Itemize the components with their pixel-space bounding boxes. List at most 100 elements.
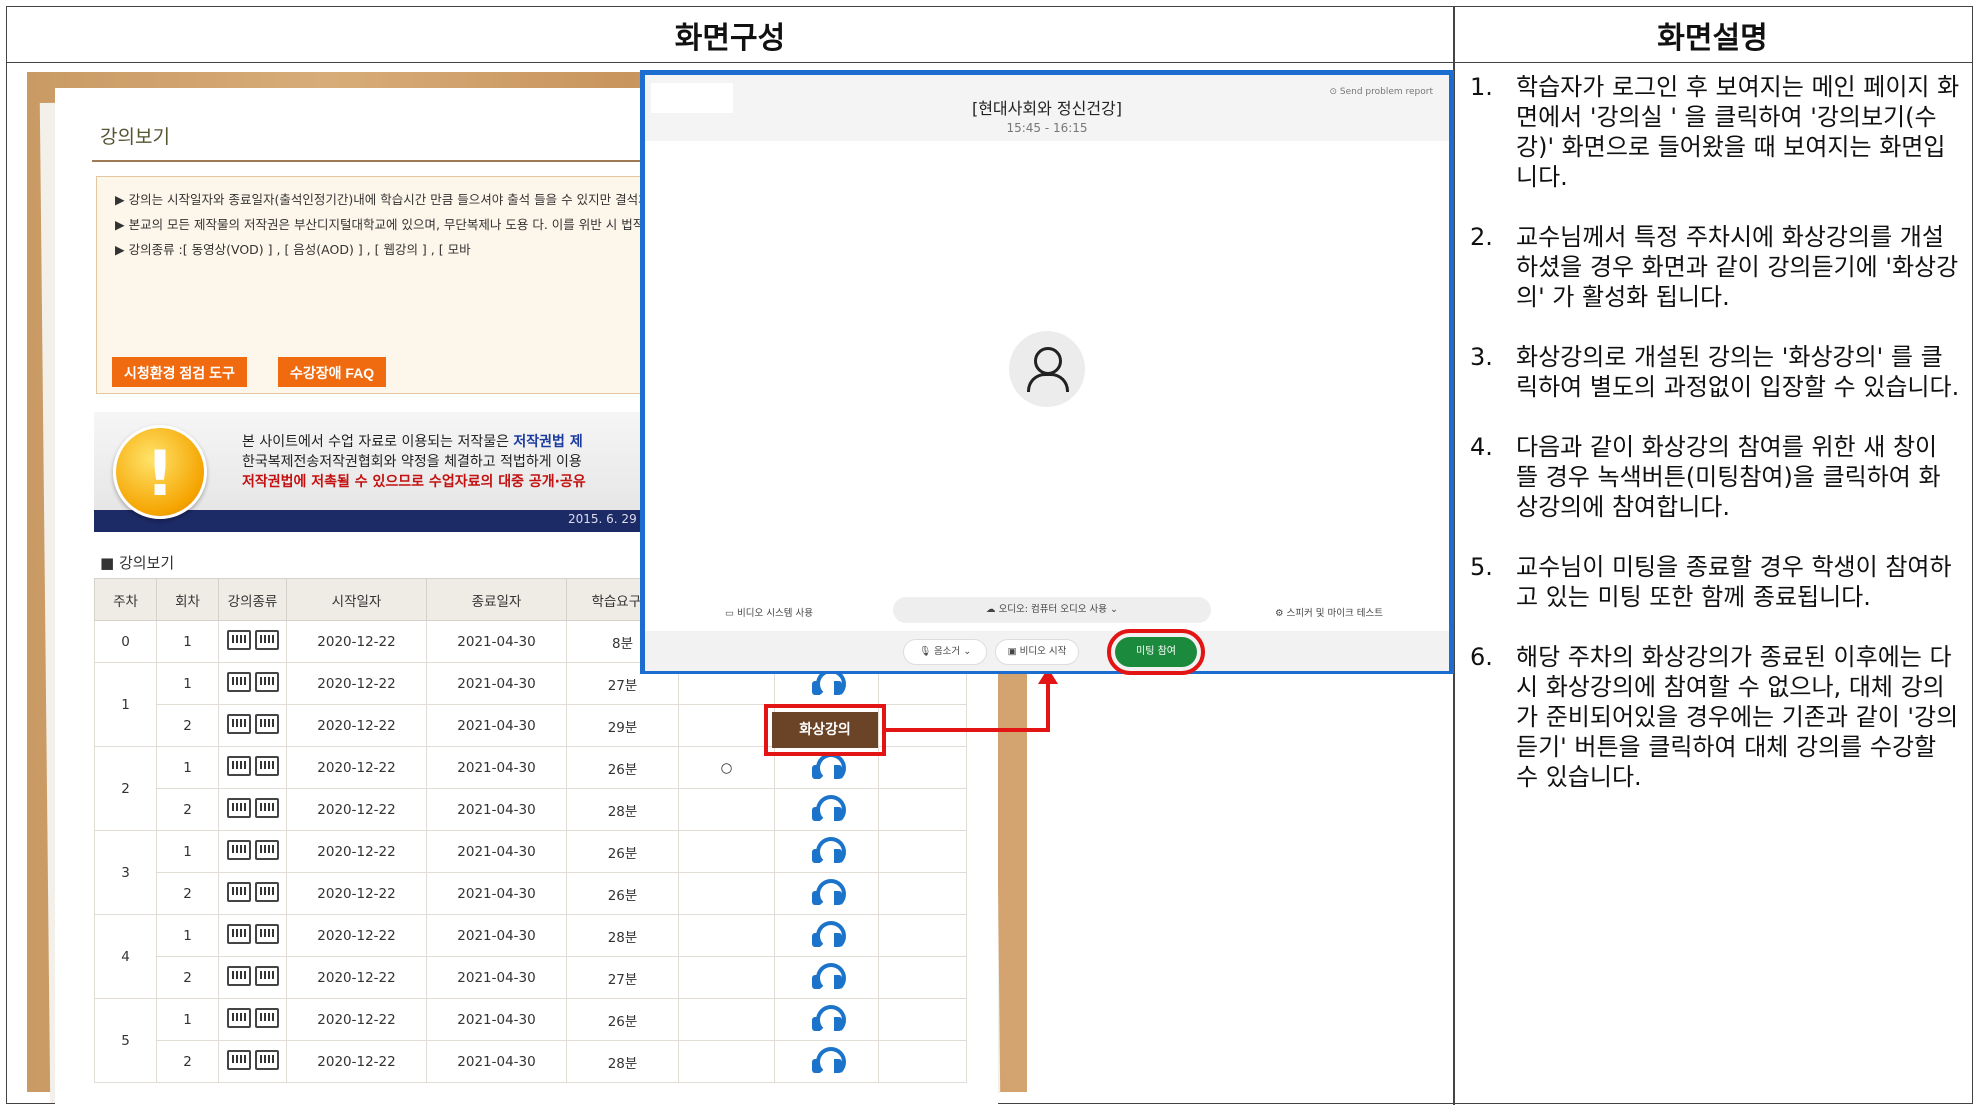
session-cell: 1: [156, 830, 219, 873]
header-screen-description: 화면설명: [1453, 7, 1972, 63]
week-cell: 0: [94, 620, 157, 663]
required-time-cell: 27분: [566, 956, 679, 999]
col-session: 회차: [156, 578, 219, 621]
description-text: 학습자가 로그인 후 보여지는 메인 페이지 화면에서 '강의실 ' 을 클릭하…: [1516, 73, 1960, 191]
required-time-cell: 26분: [566, 830, 679, 873]
mobile-tv-icon[interactable]: [254, 1049, 279, 1070]
video-lecture-button[interactable]: 화상강의: [764, 704, 886, 756]
week-cell: 2: [94, 746, 157, 831]
required-time-cell: 28분: [566, 1040, 679, 1083]
banner-line1: 본 사이트에서 수업 자료로 이용되는 저작물은: [242, 434, 514, 450]
status-cell: [678, 704, 775, 747]
mobile-tv-icon[interactable]: [254, 629, 279, 650]
session-cell: 1: [156, 998, 219, 1041]
mobile-tv-icon[interactable]: [254, 881, 279, 902]
meeting-controls-row: 🎙 음소거 ⌄ ▣ 비디오 시작 미팅 참여: [645, 629, 1449, 675]
vod-tv-icon[interactable]: [226, 839, 251, 860]
speaker-mic-test[interactable]: ⚙ 스피커 및 마이크 테스트: [1275, 605, 1383, 619]
vod-tv-icon[interactable]: [226, 755, 251, 776]
description-number: 5.: [1470, 553, 1493, 581]
headset-icon[interactable]: [809, 835, 846, 867]
faq-button[interactable]: 수강장애 FAQ: [278, 357, 387, 387]
headset-icon[interactable]: [809, 919, 846, 951]
meeting-options-row: ▭ 비디오 시스템 사용 ☁ 오디오: 컴퓨터 오디오 사용 ⌄ ⚙ 스피커 및…: [645, 593, 1449, 627]
status-cell: [678, 956, 775, 999]
headset-icon[interactable]: [809, 793, 846, 825]
speaker-mic-test-label: 스피커 및 마이크 테스트: [1286, 608, 1384, 619]
start-video-label: 비디오 시작: [1019, 646, 1067, 657]
start-video-button[interactable]: ▣ 비디오 시작: [995, 639, 1079, 665]
vod-tv-icon[interactable]: [226, 713, 251, 734]
mute-label: 음소거: [933, 646, 961, 657]
mobile-tv-icon[interactable]: [254, 671, 279, 692]
vod-tv-icon[interactable]: [226, 629, 251, 650]
mobile-tv-icon[interactable]: [254, 839, 279, 860]
vod-tv-icon[interactable]: [226, 797, 251, 818]
mobile-tv-icon[interactable]: [254, 965, 279, 986]
banner-line1-bold: 저작권법 제: [513, 434, 583, 450]
extra-cell: [878, 746, 967, 789]
vod-tv-icon[interactable]: [226, 1007, 251, 1028]
type-cell: [218, 704, 287, 747]
mobile-tv-icon[interactable]: [254, 797, 279, 818]
end-date-cell: 2021-04-30: [426, 830, 567, 873]
banner-text: 본 사이트에서 수업 자료로 이용되는 저작물은 저작권법 제 한국복제전송저작…: [242, 432, 642, 492]
session-cell: 2: [156, 788, 219, 831]
start-date-cell: 2020-12-22: [286, 746, 427, 789]
mobile-tv-icon[interactable]: [254, 923, 279, 944]
audio-select-label: 오디오: 컴퓨터 오디오 사용: [998, 604, 1107, 615]
extra-cell: [878, 1040, 967, 1083]
description-item: 4. 다음과 같이 화상강의 참여를 위한 새 창이 뜰 경우 녹색버튼(미팅참여…: [1470, 432, 1960, 522]
vod-tv-icon[interactable]: [226, 923, 251, 944]
type-cell: [218, 998, 287, 1041]
mobile-tv-icon[interactable]: [254, 755, 279, 776]
audio-select[interactable]: ☁ 오디오: 컴퓨터 오디오 사용 ⌄: [893, 597, 1211, 623]
arrow-connector-vertical: [1046, 682, 1050, 732]
description-number: 2.: [1470, 223, 1493, 251]
headset-icon[interactable]: [809, 961, 846, 993]
vod-tv-icon[interactable]: [226, 965, 251, 986]
description-item: 5. 교수님이 미팅을 종료할 경우 학생이 참여하고 있는 미팅 또한 함께 종…: [1470, 552, 1960, 612]
end-date-cell: 2021-04-30: [426, 998, 567, 1041]
start-date-cell: 2020-12-22: [286, 998, 427, 1041]
header-screen-layout: 화면구성: [7, 7, 1453, 63]
vod-tv-icon[interactable]: [226, 881, 251, 902]
status-cell: [678, 872, 775, 915]
headset-icon[interactable]: [809, 1045, 846, 1077]
listen-cell: [774, 746, 879, 789]
extra-cell: [878, 914, 967, 957]
type-cell: [218, 830, 287, 873]
table-row: 4 1 2020-12-22 2021-04-30 28분: [94, 914, 967, 999]
session-cell: 2: [156, 704, 219, 747]
table-row: 2 2020-12-22 2021-04-30 27분: [95, 956, 967, 999]
headset-icon[interactable]: [809, 877, 846, 909]
col-type: 강의종류: [218, 578, 287, 621]
vod-tv-icon[interactable]: [226, 1049, 251, 1070]
end-date-cell: 2021-04-30: [426, 704, 567, 747]
status-cell: [678, 830, 775, 873]
send-report-link[interactable]: ⊙ Send problem report: [1329, 87, 1433, 97]
description-text: 교수님께서 특정 주차시에 화상강의를 개설하셨을 경우 화면과 같이 강의듣기…: [1516, 223, 1959, 311]
mobile-tv-icon[interactable]: [254, 1007, 279, 1028]
video-system-option[interactable]: ▭ 비디오 시스템 사용: [725, 605, 813, 619]
mobile-tv-icon[interactable]: [254, 713, 279, 734]
listen-cell: [774, 1040, 879, 1083]
headset-icon[interactable]: [809, 1003, 846, 1035]
start-date-cell: 2020-12-22: [286, 914, 427, 957]
table-row: 2 1 2020-12-22 2021-04-30 26분 ○: [94, 746, 967, 831]
col-week: 주차: [94, 578, 157, 621]
extra-cell: [878, 704, 967, 747]
vod-tv-icon[interactable]: [226, 671, 251, 692]
send-report-label: Send problem report: [1339, 87, 1433, 97]
join-meeting-button[interactable]: 미팅 참여: [1107, 629, 1205, 675]
banner-line2: 한국복제전송저작권협회와 약정을 체결하고 적법하게 이용: [242, 454, 582, 470]
mute-button[interactable]: 🎙 음소거 ⌄: [903, 639, 987, 665]
week-cell: 4: [94, 914, 157, 999]
listen-cell: [774, 914, 879, 957]
status-cell: [678, 788, 775, 831]
env-check-button[interactable]: 시청환경 점검 도구: [112, 357, 247, 387]
headset-icon[interactable]: [809, 751, 846, 783]
meeting-time: 15:45 - 16:15: [1006, 121, 1088, 135]
extra-cell: [878, 956, 967, 999]
status-cell: [678, 1040, 775, 1083]
